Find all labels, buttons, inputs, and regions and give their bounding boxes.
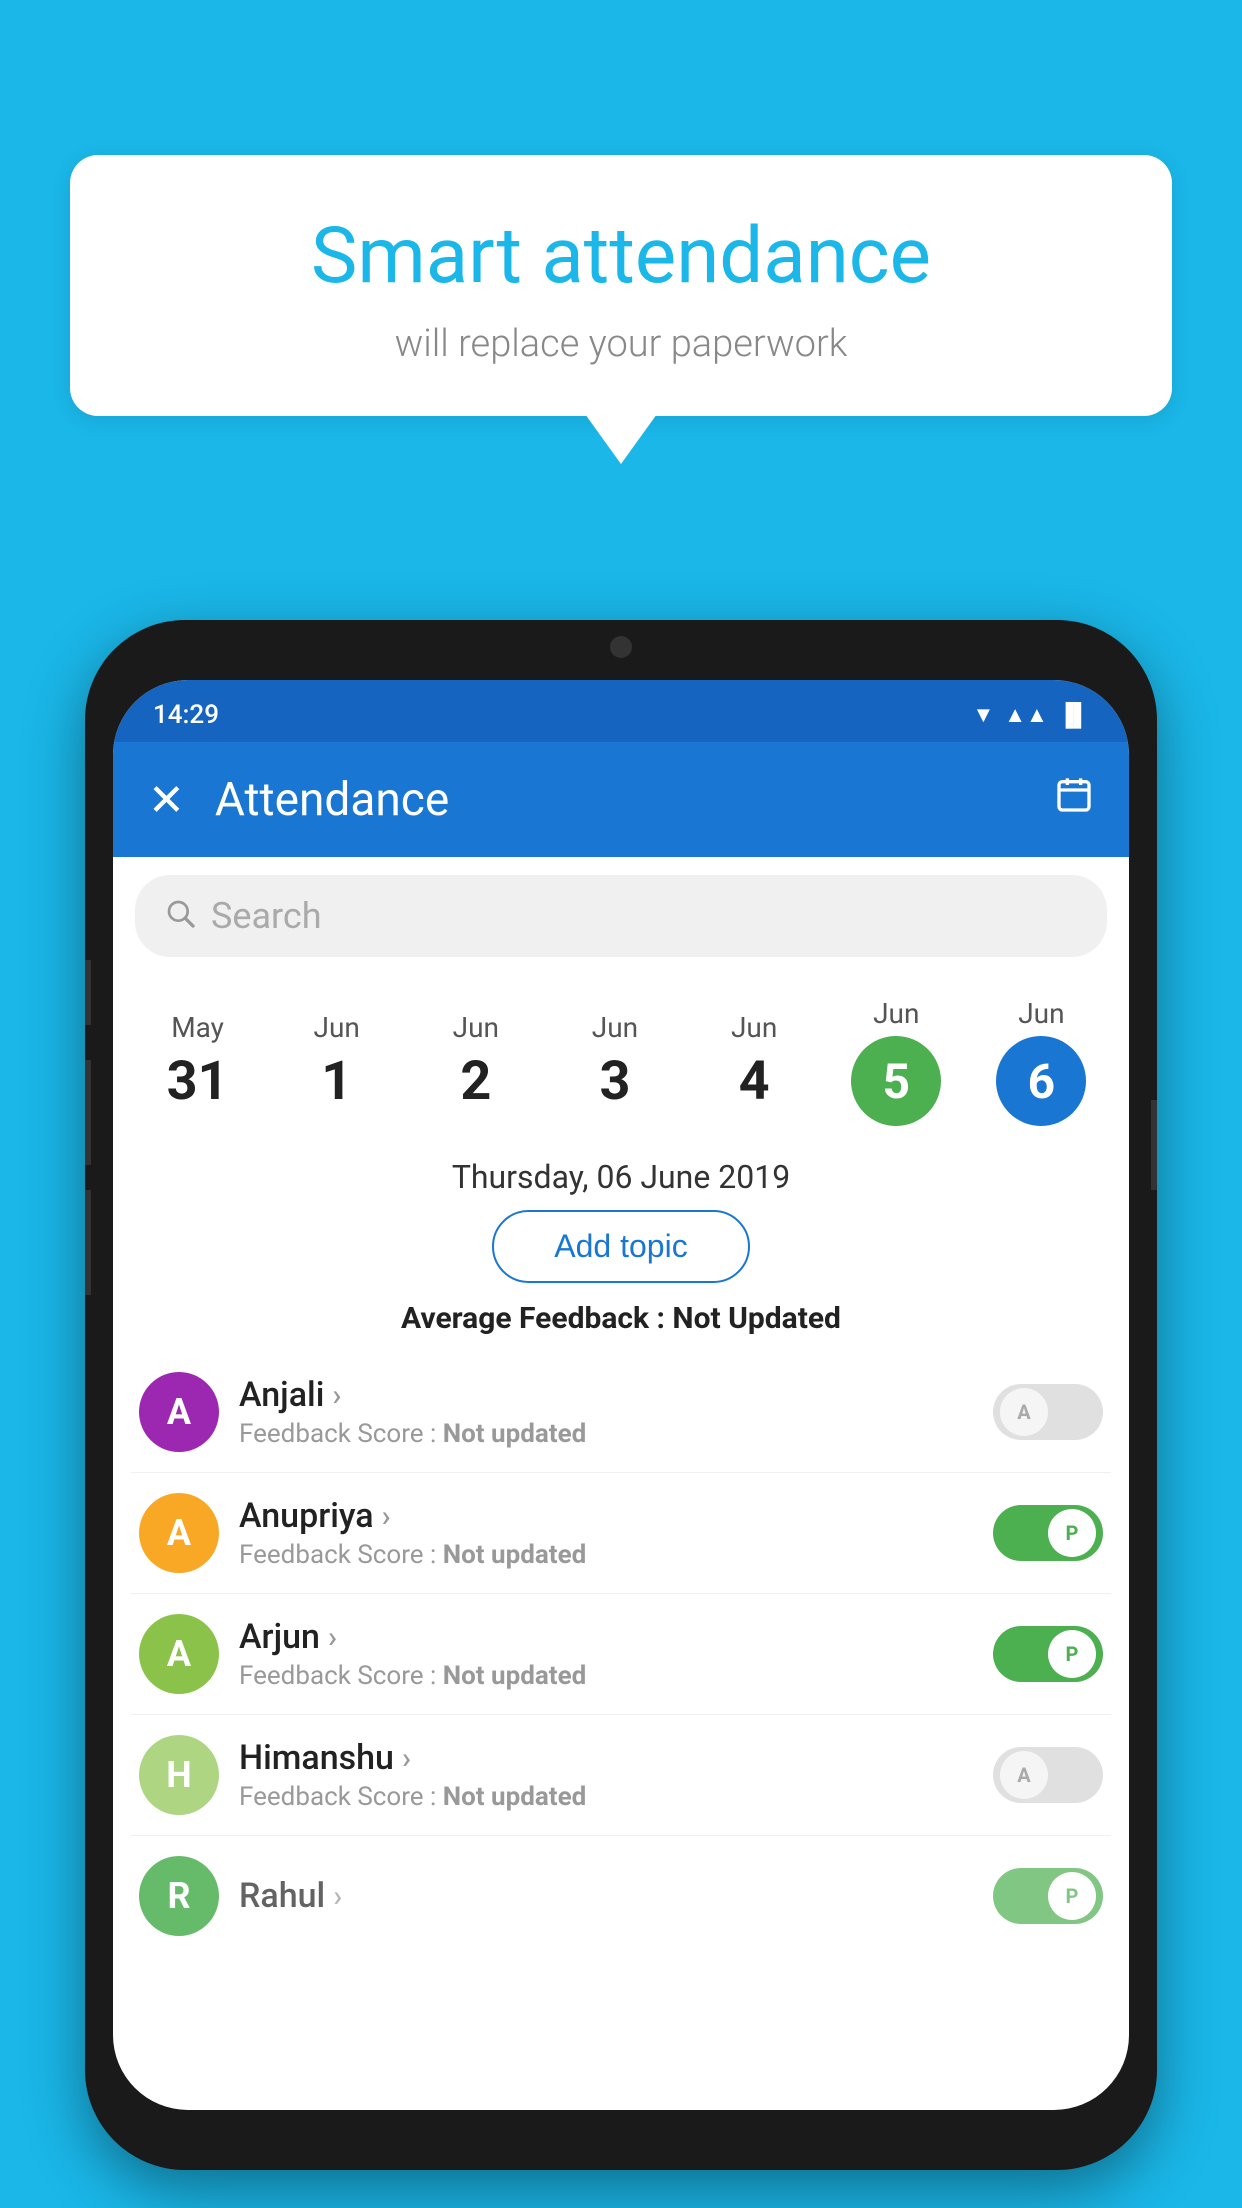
selected-date: Thursday, 06 June 2019 bbox=[113, 1148, 1129, 1210]
avatar-anjali: A bbox=[139, 1372, 219, 1452]
wifi-icon: ▼ bbox=[972, 702, 994, 728]
student-feedback-anupriya: Feedback Score : Not updated bbox=[239, 1540, 973, 1570]
date-jun5[interactable]: Jun 5 bbox=[833, 985, 959, 1138]
signal-icon: ▲▲ bbox=[1004, 702, 1048, 728]
app-bar: ✕ Attendance bbox=[113, 742, 1129, 857]
avatar-partial: R bbox=[139, 1856, 219, 1936]
phone-screen: 14:29 ▼ ▲▲ ▐▌ ✕ Attendance bbox=[113, 680, 1129, 2110]
date-jun2[interactable]: Jun 2 bbox=[416, 999, 536, 1125]
toggle-knob-arjun: P bbox=[1048, 1630, 1096, 1678]
student-feedback-himanshu: Feedback Score : Not updated bbox=[239, 1782, 973, 1812]
speech-bubble: Smart attendance will replace your paper… bbox=[70, 155, 1172, 416]
student-item-anjali[interactable]: A Anjali Feedback Score : Not updated A bbox=[131, 1352, 1111, 1473]
student-item-arjun[interactable]: A Arjun Feedback Score : Not updated P bbox=[131, 1594, 1111, 1715]
date-jun3[interactable]: Jun 3 bbox=[555, 999, 675, 1125]
student-name-anjali: Anjali bbox=[239, 1375, 973, 1415]
avatar-anupriya: A bbox=[139, 1493, 219, 1573]
student-name-himanshu: Himanshu bbox=[239, 1738, 973, 1778]
student-info-arjun: Arjun Feedback Score : Not updated bbox=[239, 1617, 973, 1691]
student-info-himanshu: Himanshu Feedback Score : Not updated bbox=[239, 1738, 973, 1812]
toggle-knob-himanshu: A bbox=[1000, 1751, 1048, 1799]
close-button[interactable]: ✕ bbox=[148, 774, 185, 826]
app-title: Attendance bbox=[215, 773, 1024, 827]
volume-down-button bbox=[85, 1190, 91, 1295]
toggle-arjun[interactable]: P bbox=[993, 1626, 1103, 1682]
calendar-icon[interactable] bbox=[1054, 775, 1094, 825]
search-icon bbox=[165, 898, 197, 934]
bubble-subtitle: will replace your paperwork bbox=[130, 322, 1112, 366]
avatar-arjun: A bbox=[139, 1614, 219, 1694]
side-button-right bbox=[1151, 1100, 1157, 1190]
phone-notch bbox=[551, 620, 691, 675]
avg-feedback: Average Feedback : Not Updated bbox=[113, 1301, 1129, 1336]
status-icons: ▼ ▲▲ ▐▌ bbox=[972, 702, 1089, 728]
phone-frame: 14:29 ▼ ▲▲ ▐▌ ✕ Attendance bbox=[85, 620, 1157, 2170]
add-topic-button[interactable]: Add topic bbox=[492, 1210, 749, 1283]
toggle-knob-anupriya: P bbox=[1048, 1509, 1096, 1557]
search-bar[interactable]: Search bbox=[135, 875, 1107, 957]
student-item-partial: R Rahul P bbox=[131, 1836, 1111, 1956]
student-info-anupriya: Anupriya Feedback Score : Not updated bbox=[239, 1496, 973, 1570]
date-selector: May 31 Jun 1 Jun 2 Jun 3 Jun 4 bbox=[113, 975, 1129, 1148]
volume-up-button bbox=[85, 1060, 91, 1165]
student-name-arjun: Arjun bbox=[239, 1617, 973, 1657]
date-jun4[interactable]: Jun 4 bbox=[694, 999, 814, 1125]
student-feedback-anjali: Feedback Score : Not updated bbox=[239, 1419, 973, 1449]
avatar-himanshu: H bbox=[139, 1735, 219, 1815]
front-camera bbox=[610, 636, 632, 658]
toggle-knob-anjali: A bbox=[1000, 1388, 1048, 1436]
date-may31[interactable]: May 31 bbox=[138, 999, 258, 1125]
toggle-anjali[interactable]: A bbox=[993, 1384, 1103, 1440]
toggle-himanshu[interactable]: A bbox=[993, 1747, 1103, 1803]
status-time: 14:29 bbox=[153, 700, 219, 730]
student-feedback-arjun: Feedback Score : Not updated bbox=[239, 1661, 973, 1691]
bubble-title: Smart attendance bbox=[130, 210, 1112, 304]
student-info-anjali: Anjali Feedback Score : Not updated bbox=[239, 1375, 973, 1449]
date-jun1[interactable]: Jun 1 bbox=[277, 999, 397, 1125]
student-item-anupriya[interactable]: A Anupriya Feedback Score : Not updated … bbox=[131, 1473, 1111, 1594]
toggle-knob-partial: P bbox=[1048, 1872, 1096, 1920]
battery-icon: ▐▌ bbox=[1058, 702, 1089, 728]
toggle-anupriya[interactable]: P bbox=[993, 1505, 1103, 1561]
status-bar: 14:29 ▼ ▲▲ ▐▌ bbox=[113, 680, 1129, 742]
student-info-partial: Rahul bbox=[239, 1876, 973, 1916]
power-button bbox=[85, 960, 91, 1025]
student-list: A Anjali Feedback Score : Not updated A … bbox=[113, 1352, 1129, 1956]
search-placeholder: Search bbox=[211, 895, 322, 937]
student-item-himanshu[interactable]: H Himanshu Feedback Score : Not updated … bbox=[131, 1715, 1111, 1836]
toggle-partial[interactable]: P bbox=[993, 1868, 1103, 1924]
student-name-anupriya: Anupriya bbox=[239, 1496, 973, 1536]
date-jun6[interactable]: Jun 6 bbox=[978, 985, 1104, 1138]
student-name-partial: Rahul bbox=[239, 1876, 973, 1916]
